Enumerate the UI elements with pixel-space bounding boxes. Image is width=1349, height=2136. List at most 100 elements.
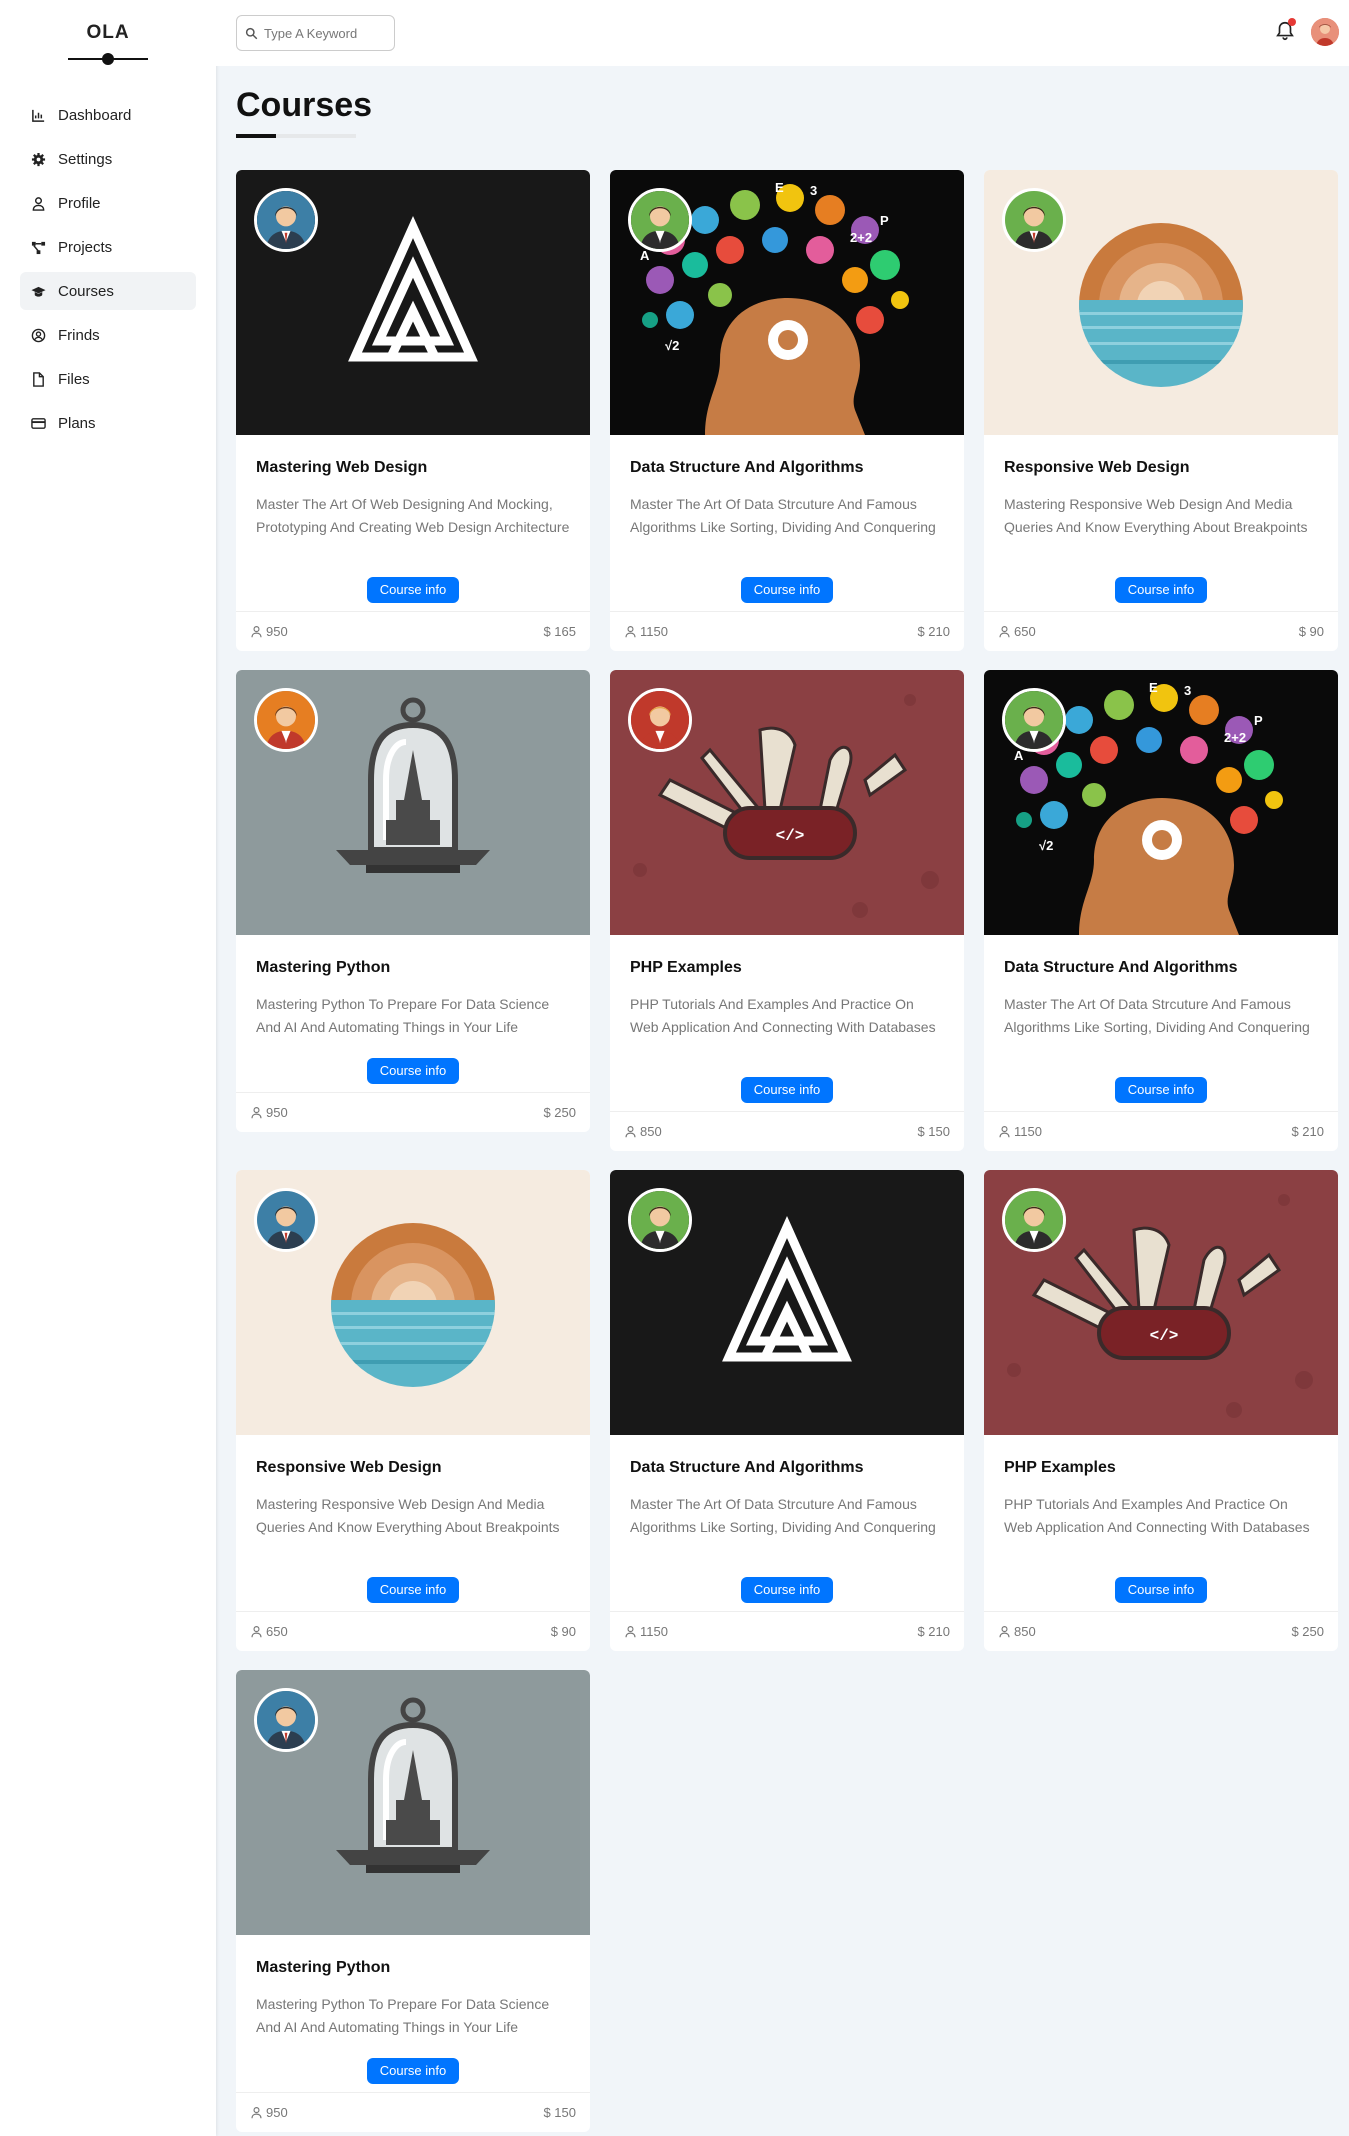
course-price: $ 165 <box>543 624 576 639</box>
course-title: Data Structure And Algorithms <box>630 459 864 476</box>
course-price: $ 250 <box>1291 1624 1324 1639</box>
user-icon <box>999 1126 1010 1138</box>
students-count: 1150 <box>624 1624 668 1639</box>
svg-text:E: E <box>1149 680 1158 695</box>
course-image <box>236 1670 590 1935</box>
course-image <box>610 1170 964 1435</box>
sidebar-item-label: Projects <box>58 238 113 256</box>
notification-button[interactable] <box>1274 18 1296 44</box>
svg-text:P: P <box>1254 713 1263 728</box>
course-title: PHP Examples <box>1004 1459 1116 1476</box>
search-input[interactable] <box>264 25 384 41</box>
course-description: Mastering Responsive Web Design And Medi… <box>256 1496 560 1535</box>
course-info-button[interactable]: Course info <box>367 1058 459 1084</box>
instructor-avatar <box>254 1688 318 1752</box>
sidebar-item-frinds[interactable]: Frinds <box>20 316 196 354</box>
course-price: $ 210 <box>1291 1124 1324 1139</box>
students-value: 950 <box>266 624 288 639</box>
svg-text:3: 3 <box>810 183 817 198</box>
sidebar-item-courses[interactable]: Courses <box>20 272 196 310</box>
students-count: 650 <box>250 1624 288 1639</box>
students-count: 850 <box>624 1124 662 1139</box>
course-price: $ 90 <box>1298 624 1324 639</box>
course-description: Master The Art Of Data Strcuture And Fam… <box>1004 996 1310 1035</box>
user-icon <box>625 1126 636 1138</box>
course-card: </> PHP Examples PHP Tutorials And Examp… <box>984 1170 1338 1651</box>
sidebar-item-profile[interactable]: Profile <box>20 184 196 222</box>
course-info-button[interactable]: Course info <box>741 577 833 603</box>
sidebar: OLA Dashboard Settings Profile Projects … <box>0 0 216 2136</box>
course-description: Master The Art Of Web Designing And Mock… <box>256 496 570 535</box>
card-body: Mastering Python Mastering Python To Pre… <box>236 1935 590 2039</box>
sidebar-item-label: Settings <box>58 150 113 168</box>
user-icon <box>30 195 46 211</box>
search-box[interactable] <box>236 15 395 51</box>
user-icon <box>251 626 262 638</box>
svg-text:</>: </> <box>776 827 805 845</box>
course-card: Mastering Web Design Master The Art Of W… <box>236 170 590 651</box>
students-count: 850 <box>998 1624 1036 1639</box>
svg-text:E: E <box>775 180 784 195</box>
sidebar-item-dashboard[interactable]: Dashboard <box>20 96 196 134</box>
course-title: PHP Examples <box>630 959 742 976</box>
sidebar-item-files[interactable]: Files <box>20 360 196 398</box>
user-icon <box>625 626 636 638</box>
svg-text:√2: √2 <box>665 338 679 353</box>
sidebar-nav: Dashboard Settings Profile Projects Cour… <box>0 96 216 442</box>
card-footer: 650 $ 90 <box>984 611 1338 651</box>
diagram-project-icon <box>30 239 46 255</box>
course-info-button[interactable]: Course info <box>367 2058 459 2084</box>
sidebar-item-label: Courses <box>58 282 114 300</box>
card-footer: 950 $ 165 <box>236 611 590 651</box>
course-info-button[interactable]: Course info <box>367 577 459 603</box>
course-title: Mastering Python <box>256 959 391 976</box>
course-price: $ 90 <box>550 1624 576 1639</box>
course-info-button[interactable]: Course info <box>1115 1077 1207 1103</box>
card-body: Mastering Python Mastering Python To Pre… <box>236 935 590 1039</box>
course-image: E 3 2+2 P A √2 <box>610 170 964 435</box>
svg-text:√2: √2 <box>1039 838 1053 853</box>
instructor-avatar <box>1002 188 1066 252</box>
course-description: PHP Tutorials And Examples And Practice … <box>630 996 936 1035</box>
card-footer: 850 $ 250 <box>984 1611 1338 1651</box>
course-info-button[interactable]: Course info <box>1115 577 1207 603</box>
credit-card-icon <box>30 415 46 431</box>
course-card: E 3 2+2 P A √2 Data Structure And Algorithms … <box>610 170 964 651</box>
card-body: Mastering Web Design Master The Art Of W… <box>236 435 590 539</box>
sidebar-item-label: Profile <box>58 194 101 212</box>
course-info-button[interactable]: Course info <box>1115 1577 1207 1603</box>
course-title: Responsive Web Design <box>1004 459 1190 476</box>
course-description: Mastering Responsive Web Design And Medi… <box>1004 496 1308 535</box>
students-count: 1150 <box>624 624 668 639</box>
svg-text:P: P <box>880 213 889 228</box>
course-info-button[interactable]: Course info <box>741 1077 833 1103</box>
card-footer: 1150 $ 210 <box>610 611 964 651</box>
course-price: $ 250 <box>543 1105 576 1120</box>
students-value: 1150 <box>640 1624 668 1639</box>
card-body: Data Structure And Algorithms Master The… <box>610 1435 964 1539</box>
card-footer: 650 $ 90 <box>236 1611 590 1651</box>
sidebar-item-projects[interactable]: Projects <box>20 228 196 266</box>
course-card: Mastering Python Mastering Python To Pre… <box>236 1670 590 2132</box>
course-description: PHP Tutorials And Examples And Practice … <box>1004 1496 1310 1535</box>
students-count: 950 <box>250 624 288 639</box>
course-info-button[interactable]: Course info <box>367 1577 459 1603</box>
course-title: Data Structure And Algorithms <box>1004 959 1238 976</box>
course-image <box>236 170 590 435</box>
logo-underline <box>68 53 148 65</box>
students-count: 950 <box>250 2105 288 2120</box>
sidebar-item-settings[interactable]: Settings <box>20 140 196 178</box>
logo: OLA <box>86 22 130 43</box>
search-icon <box>245 27 258 39</box>
course-title: Mastering Python <box>256 1959 391 1976</box>
sidebar-item-label: Dashboard <box>58 106 132 124</box>
sidebar-item-label: Plans <box>58 414 96 432</box>
sidebar-item-plans[interactable]: Plans <box>20 404 196 442</box>
user-icon <box>999 1626 1010 1638</box>
user-icon <box>251 1626 262 1638</box>
students-count: 650 <box>998 624 1036 639</box>
user-icon <box>625 1626 636 1638</box>
course-info-button[interactable]: Course info <box>741 1577 833 1603</box>
svg-text:A: A <box>1014 748 1024 763</box>
avatar[interactable] <box>1311 18 1339 46</box>
